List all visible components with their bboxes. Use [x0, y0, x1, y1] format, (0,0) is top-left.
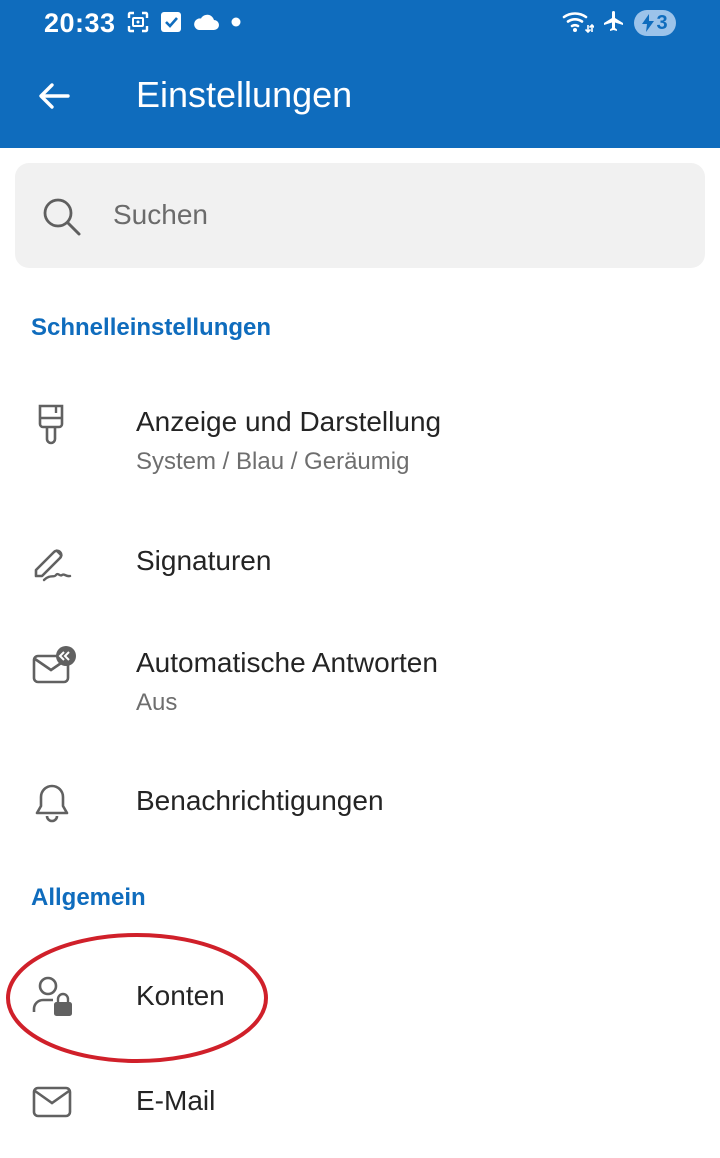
mail-envelope-icon [30, 1080, 74, 1124]
airplane-icon [602, 9, 626, 38]
checkbox-icon [160, 10, 182, 39]
back-button[interactable] [24, 68, 84, 128]
search-icon [41, 196, 83, 238]
status-right-icons: 3 [562, 8, 676, 38]
settings-item-accounts[interactable]: Konten [0, 954, 720, 1038]
settings-item-title: E-Mail [136, 1085, 216, 1116]
settings-item-title: Signaturen [136, 545, 272, 576]
cloud-icon [192, 12, 220, 37]
battery-level: 3 [656, 11, 668, 34]
wifi-icon [562, 8, 596, 39]
search-input[interactable] [113, 189, 673, 241]
settings-item-auto-replies[interactable]: Automatische Antworten Aus [0, 620, 720, 740]
settings-item-email[interactable]: E-Mail [0, 1060, 720, 1144]
page-title: Einstellungen [136, 74, 353, 115]
status-bar: 20:33 3 [0, 0, 720, 48]
settings-item-subtitle: System / Blau / Geräumig [136, 448, 410, 475]
settings-screen: 20:33 3 Einstellungen Suchen Schnelleins… [0, 0, 720, 1158]
screenshot-icon [126, 10, 150, 39]
mail-auto-reply-icon [30, 644, 76, 688]
settings-item-title: Anzeige und Darstellung [136, 406, 442, 437]
settings-item-signatures[interactable]: Signaturen [0, 520, 720, 604]
section-header-general: Allgemein [31, 884, 146, 911]
paintbrush-icon [30, 402, 74, 446]
settings-item-title: Konten [136, 980, 225, 1011]
settings-item-title: Automatische Antworten [136, 647, 438, 678]
person-lock-icon [30, 974, 74, 1018]
bell-icon [30, 780, 74, 824]
settings-item-title: Benachrichtigungen [136, 785, 384, 816]
battery-charging-icon: 3 [634, 10, 676, 36]
arrow-left-icon [34, 76, 74, 121]
app-header: 20:33 3 Einstellungen [0, 0, 720, 148]
status-left-icons [126, 10, 242, 38]
settings-item-subtitle: Aus [136, 689, 178, 716]
settings-item-notifications[interactable]: Benachrichtigungen [0, 760, 720, 844]
app-bar: Einstellungen [0, 48, 720, 148]
search-bar[interactable] [15, 163, 705, 268]
dot-icon [230, 15, 242, 33]
signature-pen-icon [30, 540, 74, 584]
settings-item-display[interactable]: Anzeige und Darstellung System / Blau / … [0, 378, 720, 498]
section-header-quick-settings: Schnelleinstellungen [31, 314, 272, 341]
status-time: 20:33 [44, 8, 116, 38]
